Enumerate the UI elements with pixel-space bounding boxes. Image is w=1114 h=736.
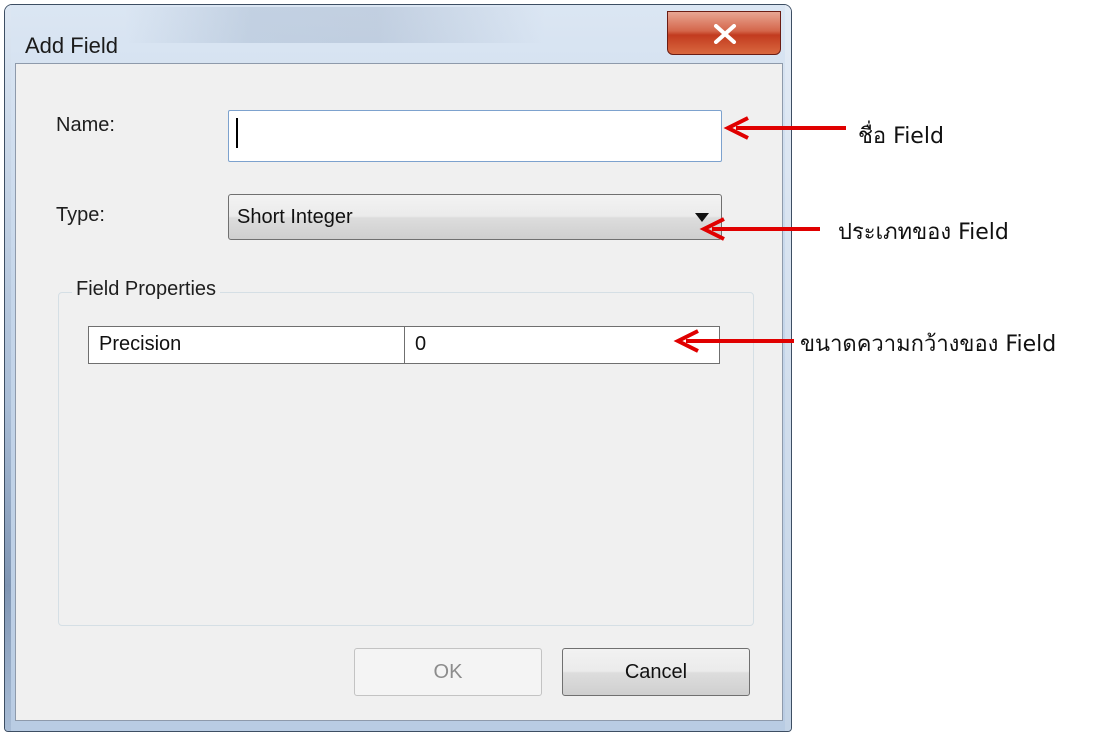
annotation-type: ประเภทของ Field	[838, 220, 1009, 245]
arrow-name	[723, 116, 846, 140]
annotation-precision: ขนาดความกว้างของ Field	[800, 332, 1057, 357]
annotation-name: ชื่อ Field	[858, 124, 944, 149]
annotation-arrows	[673, 116, 846, 353]
arrow-precision	[673, 329, 794, 353]
arrow-type	[699, 217, 820, 241]
